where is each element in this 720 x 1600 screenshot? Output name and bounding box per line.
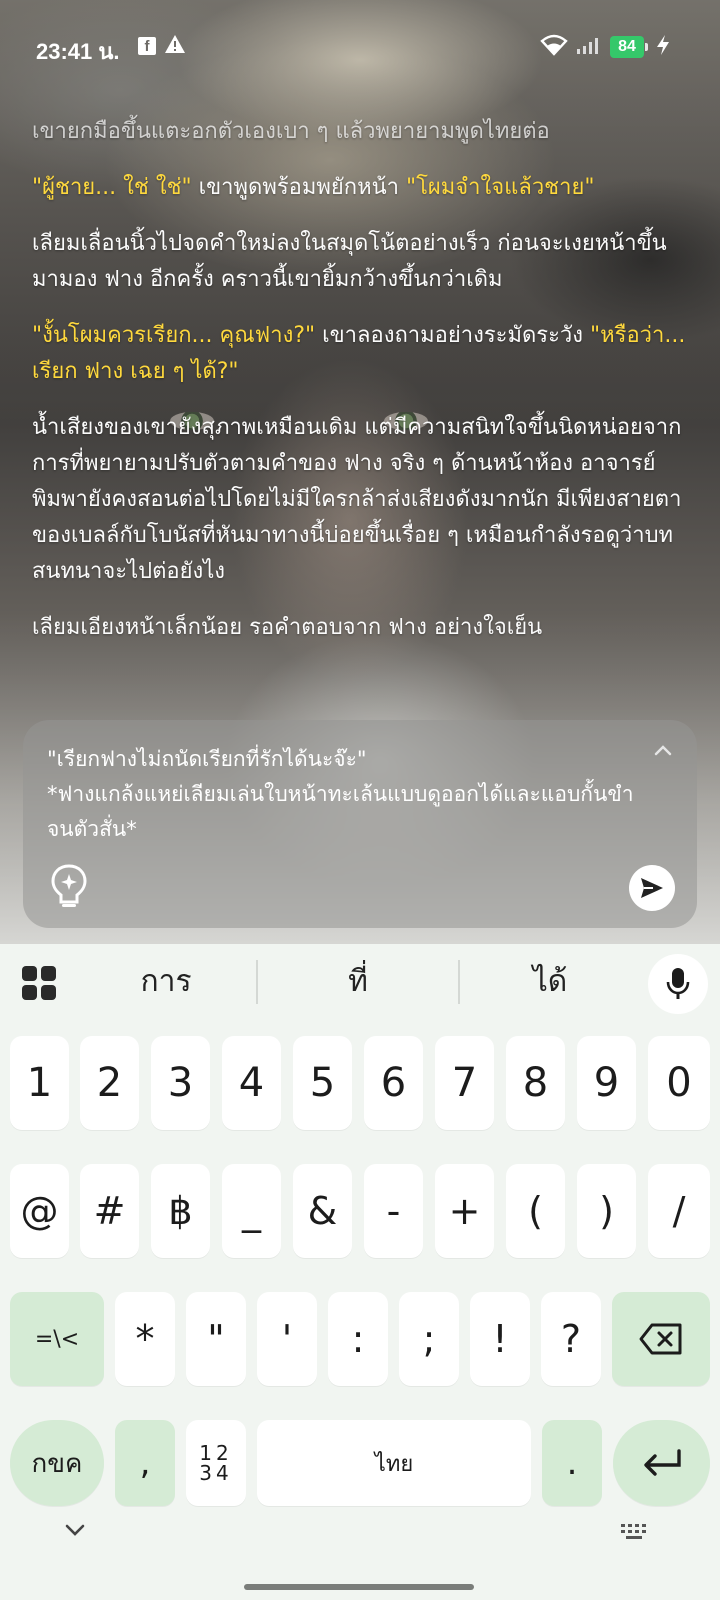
divider bbox=[256, 960, 258, 1004]
story-paragraph: "ผู้ชาย... ใช่ ใช่" เขาพูดพร้อมพยักหน้า … bbox=[32, 170, 692, 206]
key-8[interactable]: 8 bbox=[506, 1036, 565, 1130]
dialogue-quote: "งั้นโผมควรเรียก... คุณฟาง?" bbox=[32, 323, 316, 348]
home-indicator[interactable] bbox=[244, 1584, 474, 1590]
key-question[interactable]: ? bbox=[541, 1292, 601, 1386]
key-exclamation[interactable]: ! bbox=[470, 1292, 530, 1386]
language-letters-key[interactable]: กขค bbox=[10, 1420, 104, 1506]
enter-key[interactable] bbox=[613, 1420, 710, 1506]
key-2[interactable]: 2 bbox=[80, 1036, 139, 1130]
send-icon bbox=[641, 878, 663, 898]
backspace-key[interactable] bbox=[612, 1292, 710, 1386]
microphone-button[interactable] bbox=[648, 954, 708, 1014]
lightbulb-hint-icon[interactable] bbox=[47, 862, 91, 910]
story-paragraph: "งั้นโผมควรเรียก... คุณฟาง?" เขาลองถามอย… bbox=[32, 318, 692, 390]
key-colon[interactable]: : bbox=[328, 1292, 388, 1386]
suggestion-bar: การ ที่ ได้ bbox=[0, 944, 720, 1020]
signal-icon bbox=[576, 35, 602, 59]
numpad-label-bottom: 34 bbox=[199, 1461, 233, 1485]
key-6[interactable]: 6 bbox=[364, 1036, 423, 1130]
narration-text: เขาพูดพร้อมพยักหน้า bbox=[191, 175, 406, 200]
key-0[interactable]: 0 bbox=[648, 1036, 710, 1130]
collapse-chevron-up-icon[interactable] bbox=[647, 734, 679, 766]
key-asterisk[interactable]: * bbox=[115, 1292, 175, 1386]
key-5[interactable]: 5 bbox=[293, 1036, 352, 1130]
numpad-key[interactable]: 12 34 bbox=[186, 1420, 246, 1506]
numpad-label-top: 12 bbox=[199, 1441, 233, 1465]
keyboard-apps-grid-icon[interactable] bbox=[20, 964, 58, 1002]
key-open-paren[interactable]: ( bbox=[506, 1164, 565, 1258]
send-button[interactable] bbox=[629, 865, 675, 911]
key-double-quote[interactable]: " bbox=[186, 1292, 246, 1386]
story-paragraph: น้ำเสียงของเขายังสุภาพเหมือนเดิม แต่มีคว… bbox=[32, 415, 682, 584]
key-minus[interactable]: - bbox=[364, 1164, 423, 1258]
narration-text: เขาลองถามอย่างระมัดระวัง bbox=[315, 323, 590, 348]
story-paragraph: เลียมเอียงหน้าเล็กน้อย รอคำตอบจาก ฟาง อย… bbox=[32, 615, 543, 640]
suggestion-3[interactable]: ได้ bbox=[460, 958, 640, 1006]
story-messages: เขายกมือขึ้นแตะอกตัวเองเบา ๆ แล้วพยายามพ… bbox=[32, 114, 692, 666]
key-ampersand[interactable]: & bbox=[293, 1164, 352, 1258]
story-paragraph: เขายกมือขึ้นแตะอกตัวเองเบา ๆ แล้วพยายามพ… bbox=[32, 119, 550, 144]
message-input-text[interactable]: "เรียกฟางไม่ถนัดเรียกที่รักได้นะจ๊ะ" *ฟา… bbox=[47, 742, 637, 847]
key-3[interactable]: 3 bbox=[151, 1036, 210, 1130]
key-plus[interactable]: + bbox=[435, 1164, 494, 1258]
wifi-icon bbox=[540, 34, 568, 60]
battery-indicator: 84 bbox=[610, 36, 648, 58]
suggestion-2[interactable]: ที่ bbox=[268, 958, 448, 1006]
facebook-notification-icon: f bbox=[138, 37, 156, 55]
key-close-paren[interactable]: ) bbox=[577, 1164, 636, 1258]
story-paragraph: เลียมเลื่อนนิ้วไปจดคำใหม่ลงในสมุดโน้ตอย่… bbox=[32, 231, 667, 292]
keyboard: การ ที่ ได้ 1 2 3 4 5 6 7 8 9 0 @ # ฿ _ … bbox=[0, 944, 720, 1600]
key-slash[interactable]: / bbox=[648, 1164, 710, 1258]
more-symbols-key[interactable]: =\< bbox=[10, 1292, 104, 1386]
key-semicolon[interactable]: ; bbox=[399, 1292, 459, 1386]
key-comma[interactable]: , bbox=[115, 1420, 175, 1506]
key-single-quote[interactable]: ' bbox=[257, 1292, 317, 1386]
status-bar: 23:41 น. f 84 bbox=[0, 0, 720, 96]
enter-arrow-icon bbox=[643, 1449, 681, 1476]
dialogue-quote: "ผู้ชาย... ใช่ ใช่" bbox=[32, 175, 192, 200]
status-right-group: 84 bbox=[540, 34, 670, 60]
key-period[interactable]: . bbox=[542, 1420, 602, 1506]
microphone-icon bbox=[666, 968, 690, 999]
key-4[interactable]: 4 bbox=[222, 1036, 281, 1130]
warning-icon bbox=[164, 34, 186, 58]
hide-keyboard-chevron-down-icon[interactable] bbox=[62, 1520, 88, 1540]
key-9[interactable]: 9 bbox=[577, 1036, 636, 1130]
message-input-box[interactable]: "เรียกฟางไม่ถนัดเรียกที่รักได้นะจ๊ะ" *ฟา… bbox=[23, 720, 697, 928]
status-time: 23:41 น. bbox=[36, 39, 120, 64]
key-7[interactable]: 7 bbox=[435, 1036, 494, 1130]
key-underscore[interactable]: _ bbox=[222, 1164, 281, 1258]
suggestion-1[interactable]: การ bbox=[76, 958, 256, 1006]
space-bar[interactable]: ไทย bbox=[257, 1420, 531, 1506]
dialogue-quote: "โผมจำใจแล้วชาย" bbox=[405, 175, 595, 200]
key-hash[interactable]: # bbox=[80, 1164, 139, 1258]
keyboard-switch-icon[interactable] bbox=[620, 1522, 650, 1542]
key-1[interactable]: 1 bbox=[10, 1036, 69, 1130]
backspace-icon bbox=[639, 1323, 682, 1355]
key-at[interactable]: @ bbox=[10, 1164, 69, 1258]
key-baht[interactable]: ฿ bbox=[151, 1164, 210, 1258]
charging-icon bbox=[656, 34, 670, 60]
